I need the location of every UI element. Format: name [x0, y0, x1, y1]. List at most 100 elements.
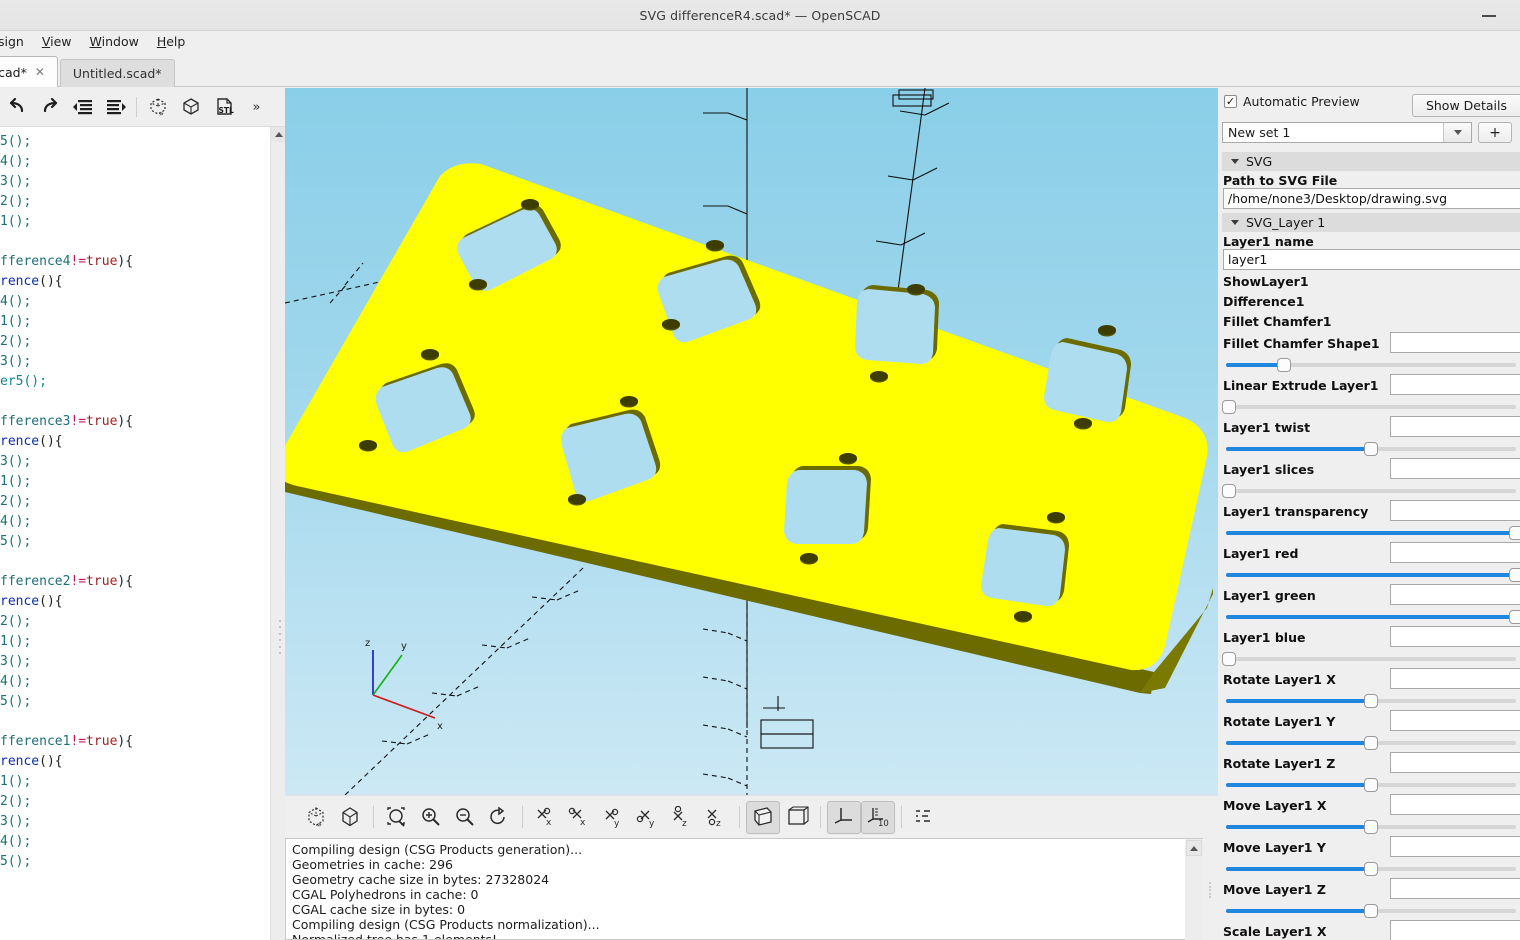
slider-knob[interactable]	[1364, 694, 1378, 708]
preview-icon[interactable]: »	[141, 92, 174, 122]
parameter-slider[interactable]	[1226, 862, 1516, 876]
parameter-input[interactable]: 0.0	[1390, 836, 1520, 857]
menu-window[interactable]: Window	[81, 32, 148, 51]
editor-scrollbar[interactable]	[270, 127, 286, 940]
slider-knob[interactable]	[1364, 442, 1378, 456]
slider-knob[interactable]	[1364, 862, 1378, 876]
orthogonal-icon[interactable]	[780, 801, 814, 834]
chevron-down-icon[interactable]	[1231, 159, 1239, 164]
show-edges-icon[interactable]	[908, 801, 942, 834]
preview-icon[interactable]: »	[299, 801, 333, 834]
parameter-set-select[interactable]: New set 1	[1222, 122, 1472, 143]
parameter-group-svg[interactable]: SVG	[1222, 152, 1520, 171]
slider-knob[interactable]	[1509, 526, 1520, 540]
slider-knob[interactable]	[1364, 778, 1378, 792]
parameter-input[interactable]: 2.0	[1390, 374, 1520, 395]
parameter-slider[interactable]	[1221, 400, 1516, 414]
chevron-down-icon[interactable]	[1443, 123, 1471, 142]
unindent-icon[interactable]	[66, 92, 99, 122]
toolbar-overflow-icon[interactable]: »	[240, 92, 273, 122]
menu-design[interactable]: sign	[0, 32, 33, 51]
undo-icon[interactable]	[0, 92, 33, 122]
parameter-slider[interactable]	[1226, 358, 1516, 372]
view-left-icon[interactable]: x	[563, 801, 597, 834]
zoom-out-icon[interactable]	[448, 801, 482, 834]
render-icon[interactable]	[174, 92, 207, 122]
view-front-icon[interactable]: y	[597, 801, 631, 834]
code-line: 1();	[0, 212, 270, 232]
show-details-button[interactable]: Show Details	[1411, 94, 1520, 117]
export-stl-icon[interactable]: STL	[207, 92, 240, 122]
redo-icon[interactable]	[33, 92, 66, 122]
slider-knob[interactable]	[1221, 484, 1236, 498]
slider-knob[interactable]	[1509, 568, 1520, 582]
tab-differenceR4[interactable]: R4.scad* ✕	[0, 56, 58, 87]
parameter-input[interactable]: 1.0	[1390, 500, 1520, 521]
parameter-slider[interactable]	[1221, 484, 1516, 498]
show-scalemarkers-icon[interactable]: 10	[861, 800, 895, 834]
splitter-handle[interactable]	[277, 620, 283, 654]
add-parameter-set-button[interactable]: +	[1478, 122, 1512, 143]
parameter-slider[interactable]	[1226, 526, 1520, 540]
console-output[interactable]: Compiling design (CSG Products generatio…	[285, 838, 1185, 940]
close-icon[interactable]: ✕	[35, 66, 45, 78]
parameter-input[interactable]: 0.0	[1390, 878, 1520, 899]
reset-view-icon[interactable]	[482, 801, 516, 834]
parameter-slider[interactable]	[1226, 820, 1516, 834]
parameter-input[interactable]: 0.0	[1390, 416, 1520, 437]
menu-view[interactable]: View	[33, 32, 81, 51]
zoom-in-icon[interactable]	[414, 801, 448, 834]
parameter-group-svg-layer-1[interactable]: SVG_Layer 1	[1222, 213, 1520, 232]
parameter-slider[interactable]	[1226, 610, 1520, 624]
parameter-slider[interactable]	[1226, 442, 1516, 456]
3d-viewport[interactable]: z y x	[285, 88, 1218, 795]
parameter-label: Linear Extrude Layer1	[1223, 378, 1379, 393]
console-splitter[interactable]	[1203, 838, 1218, 940]
menu-help[interactable]: Help	[148, 32, 195, 51]
parameter-input[interactable]	[1390, 332, 1520, 353]
show-axes-icon[interactable]	[827, 800, 861, 834]
slider-knob[interactable]	[1221, 652, 1236, 666]
view-right-icon[interactable]: x	[529, 801, 563, 834]
view-all-icon[interactable]	[380, 801, 414, 834]
view-top-icon[interactable]: z	[665, 801, 699, 834]
parameter-slider[interactable]	[1221, 652, 1516, 666]
slider-knob[interactable]	[1277, 358, 1291, 372]
code-editor[interactable]: 5(); 4(); 3(); 2(); 1(); fference4!=true){re…	[0, 127, 270, 940]
slider-knob[interactable]	[1364, 904, 1378, 918]
parameter-input[interactable]: /home/none3/Desktop/drawing.svg	[1223, 188, 1520, 209]
chevron-down-icon[interactable]	[1231, 220, 1239, 225]
perspective-icon[interactable]	[746, 800, 780, 834]
slider-knob[interactable]	[1509, 610, 1520, 624]
parameter-input[interactable]	[1390, 458, 1520, 479]
view-bottom-icon[interactable]: z	[699, 801, 733, 834]
scroll-up-icon[interactable]	[1186, 840, 1202, 856]
slider-knob[interactable]	[1221, 400, 1236, 414]
view-back-icon[interactable]: y	[631, 801, 665, 834]
parameter-slider[interactable]	[1226, 904, 1516, 918]
parameter-input[interactable]: 25	[1390, 584, 1520, 605]
slider-knob[interactable]	[1364, 820, 1378, 834]
tab-untitled[interactable]: Untitled.scad*	[59, 59, 175, 87]
minimize-button[interactable]	[1472, 0, 1506, 31]
code-token: rence	[0, 594, 40, 609]
indent-icon[interactable]	[99, 92, 132, 122]
code-token: 5();	[0, 134, 32, 149]
slider-knob[interactable]	[1364, 736, 1378, 750]
parameter-input[interactable]: 0.0	[1390, 752, 1520, 773]
parameter-input[interactable]	[1390, 626, 1520, 647]
parameter-input[interactable]: 0.0	[1390, 710, 1520, 731]
parameter-slider[interactable]	[1226, 694, 1516, 708]
parameter-slider[interactable]	[1226, 568, 1520, 582]
parameter-input[interactable]: 0.0	[1390, 668, 1520, 689]
parameter-input[interactable]: layer1	[1223, 249, 1520, 270]
parameter-slider[interactable]	[1226, 778, 1516, 792]
automatic-preview-checkbox[interactable]: ✓ Automatic Preview	[1224, 94, 1360, 109]
render-icon[interactable]	[333, 801, 367, 834]
parameter-input[interactable]: 1.0	[1390, 920, 1520, 940]
parameter-input[interactable]: 0.0	[1390, 794, 1520, 815]
console-scrollbar[interactable]	[1185, 838, 1203, 940]
parameter-input[interactable]: 25	[1390, 542, 1520, 563]
scroll-up-icon[interactable]	[271, 127, 286, 142]
parameter-slider[interactable]	[1226, 736, 1516, 750]
